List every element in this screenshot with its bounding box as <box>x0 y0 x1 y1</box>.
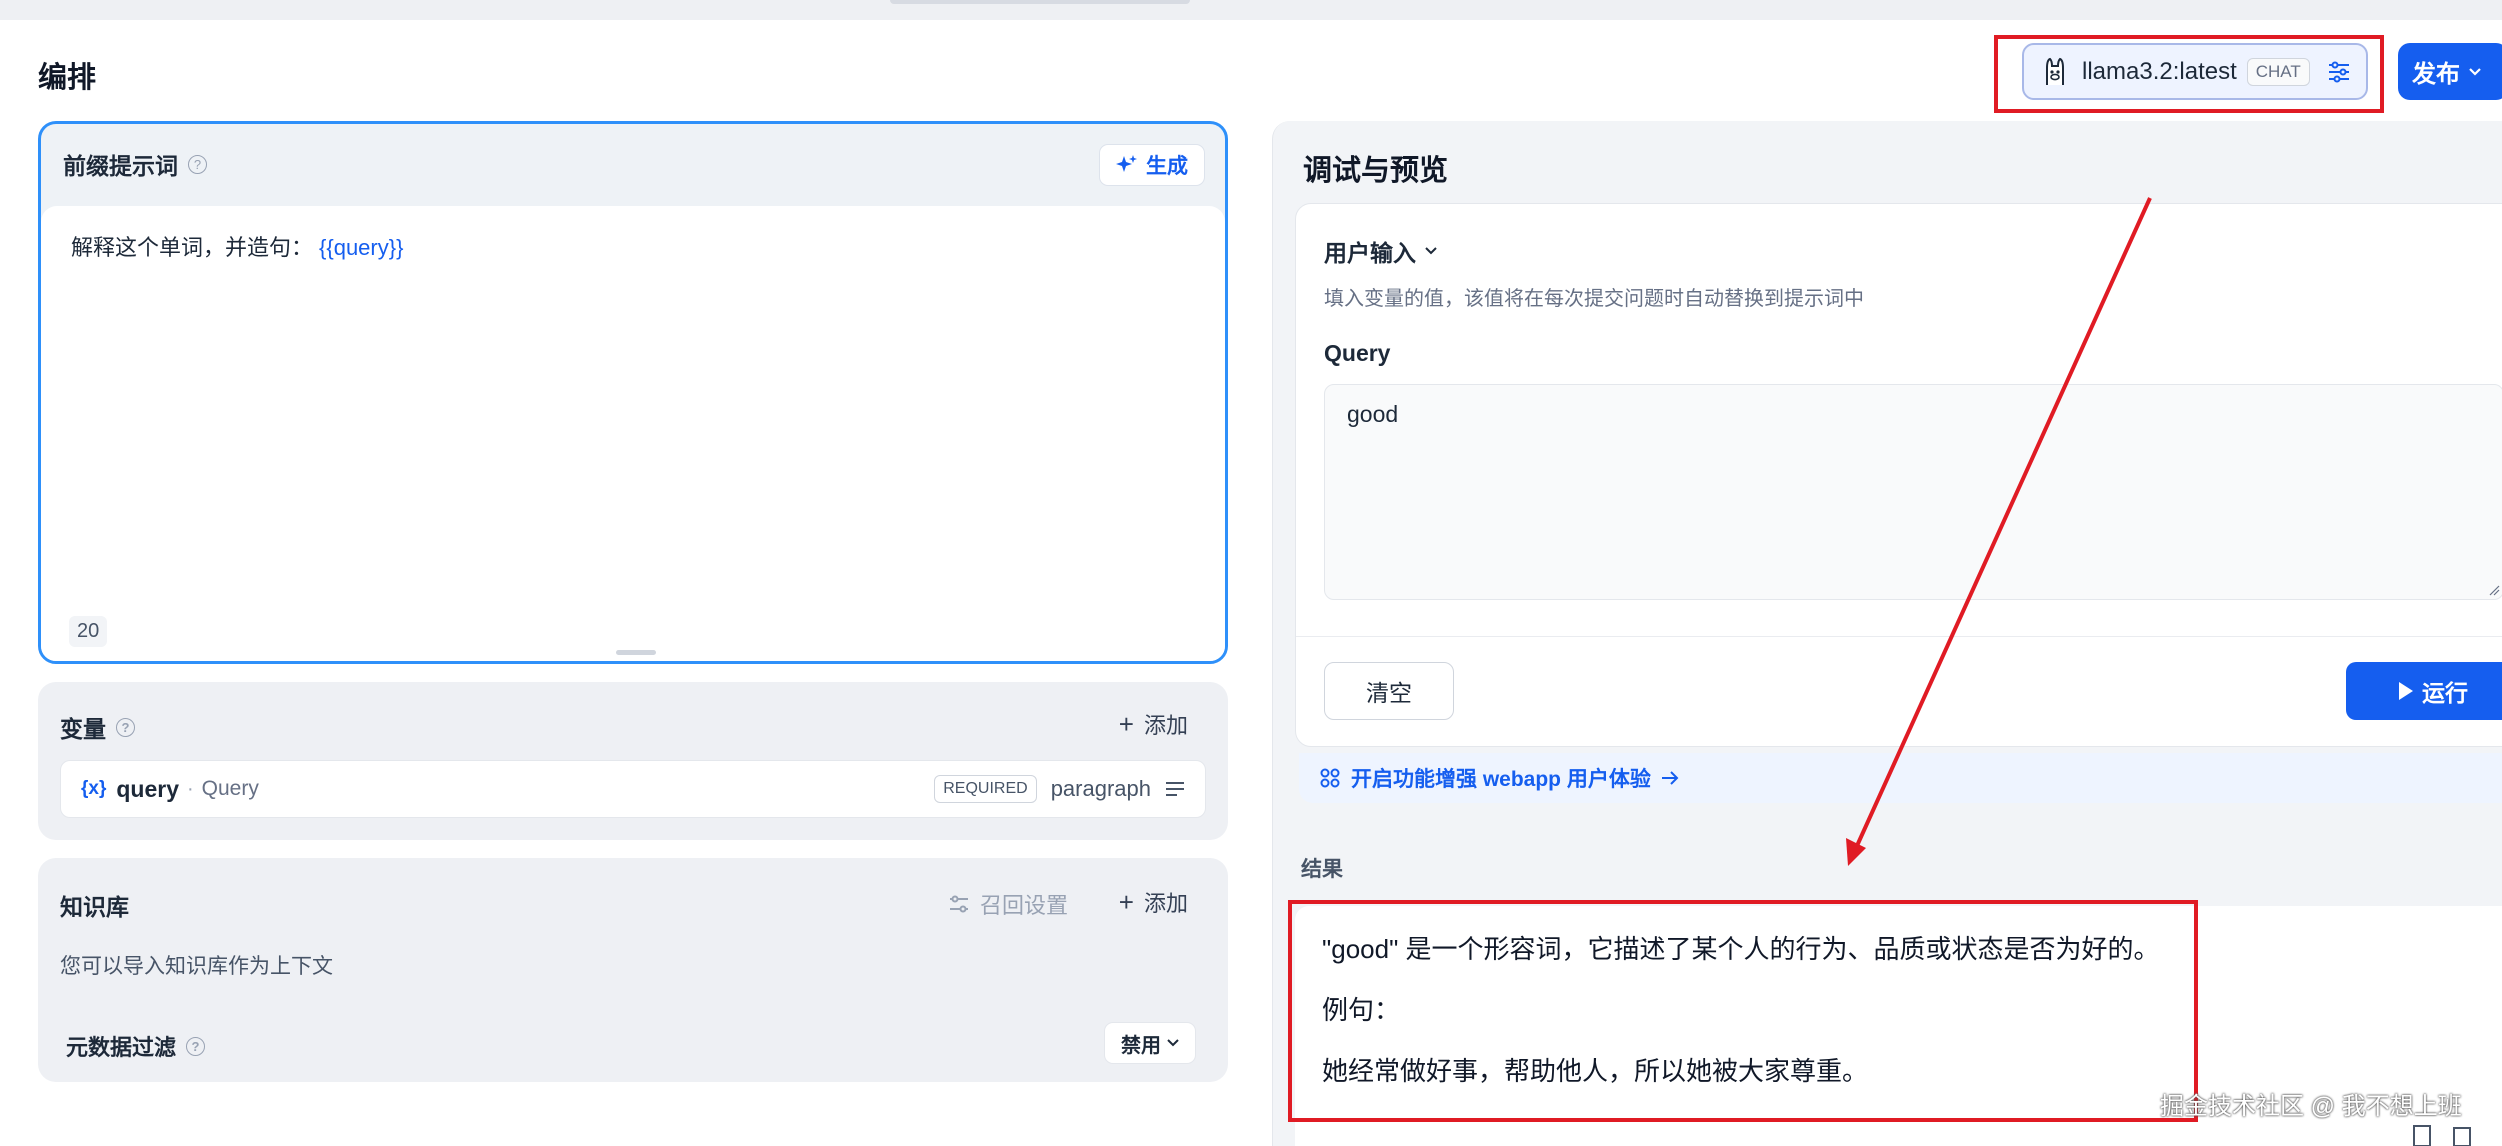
page-title: 编排 <box>38 62 97 94</box>
clear-button[interactable]: 清空 <box>1324 662 1454 720</box>
variable-name: Query <box>201 777 259 800</box>
metadata-filter-value: 禁用 <box>1121 1034 1161 1057</box>
bottom-icons <box>2412 1124 2472 1146</box>
prompt-text: 解释这个单词，并造句： {{query}} <box>71 230 1195 262</box>
chevron-down-icon <box>1425 247 1437 255</box>
variable-type: paragraph <box>1050 776 1151 801</box>
variable-meta: REQUIRED paragraph <box>934 775 1185 803</box>
clipboard-icon[interactable] <box>2452 1124 2472 1146</box>
recall-settings-button[interactable]: 召回设置 <box>948 888 1068 920</box>
variables-title: 变量 <box>60 716 106 742</box>
user-input-title: 用户输入 <box>1324 240 1416 266</box>
metadata-filter-select[interactable]: 禁用 <box>1104 1022 1196 1064</box>
prompt-static-text: 解释这个单词，并造句： <box>71 235 314 260</box>
prefix-prompt-panel: 前缀提示词 ? 生成 解释这个单词，并造句： {{query}} 20 <box>38 121 1228 664</box>
run-label: 运行 <box>2422 680 2468 706</box>
variable-icon: {x} <box>81 778 107 799</box>
char-count: 20 <box>69 616 108 647</box>
prompt-title: 前缀提示词 <box>63 153 178 179</box>
enhance-label: 开启功能增强 webapp 用户体验 <box>1351 768 1651 791</box>
publish-button[interactable]: 发布 <box>2398 43 2502 100</box>
user-input-toggle[interactable]: 用户输入 <box>1324 234 1438 268</box>
paragraph-icon <box>1166 782 1184 796</box>
variable-row[interactable]: {x} query · Query REQUIRED paragraph <box>60 760 1206 818</box>
top-strip <box>0 0 2502 20</box>
result-label: 结果 <box>1301 858 1343 881</box>
add-variable-label: 添加 <box>1143 713 1188 738</box>
add-knowledge-label: 添加 <box>1143 891 1188 916</box>
publish-label: 发布 <box>2412 61 2460 88</box>
help-icon[interactable]: ? <box>186 1036 206 1056</box>
generate-label: 生成 <box>1146 155 1188 178</box>
metadata-filter-title: 元数据过滤 ? <box>66 1030 206 1062</box>
query-input[interactable]: good <box>1324 384 2502 600</box>
required-badge: REQUIRED <box>934 775 1037 803</box>
query-label: Query <box>1324 340 1391 366</box>
knowledge-title: 知识库 <box>60 894 129 920</box>
prompt-variable: {{query}} <box>319 235 404 260</box>
plus-icon: + <box>1118 886 1134 917</box>
document-icon[interactable] <box>2412 1124 2432 1146</box>
top-grip <box>890 0 1190 4</box>
recall-settings-label: 召回设置 <box>979 893 1068 918</box>
variables-title-wrap: 变量 ? <box>60 710 135 744</box>
chevron-down-icon <box>2469 67 2481 76</box>
help-icon[interactable]: ? <box>116 717 135 737</box>
settings-sliders-icon <box>949 895 968 913</box>
generate-button[interactable]: 生成 <box>1099 144 1205 186</box>
sparkle-icon <box>1116 155 1137 172</box>
arrow-right-icon <box>1661 771 1679 785</box>
add-variable-button[interactable]: + 添加 <box>1119 708 1188 740</box>
watermark: 掘金技术社区 @ 我不想上班 <box>2160 1093 2462 1120</box>
enhance-webapp-link[interactable]: 开启功能增强 webapp 用户体验 <box>1299 753 2502 803</box>
resize-corner-icon[interactable] <box>2488 584 2500 596</box>
features-icon <box>1320 768 1340 788</box>
variable-key: query <box>116 775 179 802</box>
help-icon[interactable]: ? <box>188 154 207 174</box>
separator-dot: · <box>187 777 194 800</box>
prompt-header: 前缀提示词 ? <box>41 124 1225 204</box>
run-button[interactable]: 运行 <box>2346 662 2502 720</box>
metadata-filter-label: 元数据过滤 <box>66 1035 177 1060</box>
resize-handle[interactable] <box>616 650 656 655</box>
card-divider <box>1296 636 2502 637</box>
play-icon <box>2399 682 2413 700</box>
debug-title: 调试与预览 <box>1303 155 1449 187</box>
plus-icon: + <box>1118 708 1134 739</box>
chevron-down-icon <box>1167 1039 1179 1047</box>
add-knowledge-button[interactable]: + 添加 <box>1119 886 1188 918</box>
user-input-description: 填入变量的值，该值将在每次提交问题时自动替换到提示词中 <box>1324 288 1864 310</box>
knowledge-description: 您可以导入知识库作为上下文 <box>60 955 333 978</box>
knowledge-panel: 知识库 召回设置 + 添加 您可以导入知识库作为上下文 元数据过滤 ? 禁用 <box>38 858 1228 1082</box>
model-annotation-box <box>1994 35 2384 113</box>
prompt-editor[interactable]: 解释这个单词，并造句： {{query}} 20 <box>41 206 1225 661</box>
variables-panel: 变量 ? + 添加 {x} query · Query REQUIRED par… <box>38 682 1228 840</box>
user-input-card: 用户输入 填入变量的值，该值将在每次提交问题时自动替换到提示词中 Query g… <box>1295 203 2502 747</box>
result-annotation-box <box>1288 900 2198 1122</box>
